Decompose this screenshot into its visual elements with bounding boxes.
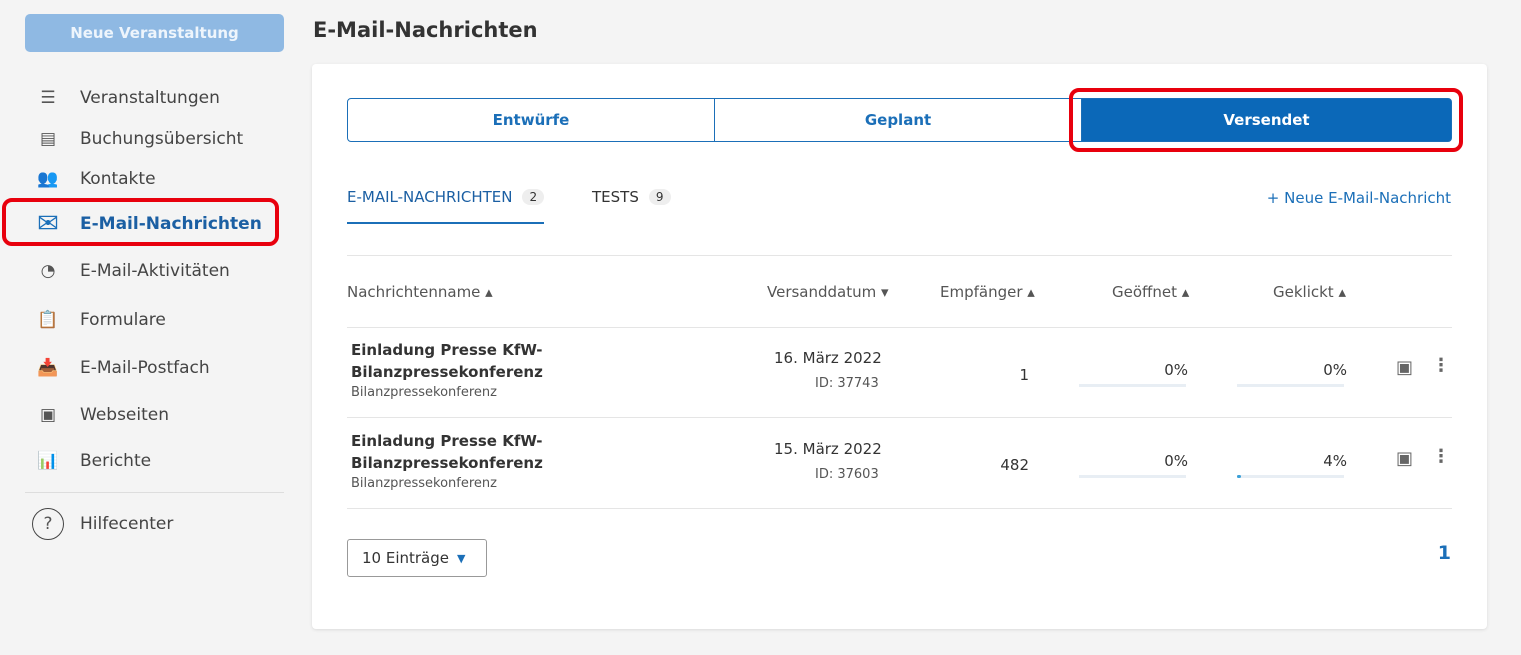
tab-geplant[interactable]: Geplant — [714, 98, 1082, 142]
opened-bar — [1079, 384, 1186, 387]
sidebar-item-veranstaltungen[interactable]: ☰ Veranstaltungen — [28, 78, 219, 118]
sidebar-item-hilfecenter[interactable]: ? Hilfecenter — [28, 504, 173, 544]
clicked-value: 4% — [1323, 452, 1347, 470]
clicked-bar — [1237, 384, 1344, 387]
page-size-select[interactable]: 10 Einträge ▼ — [347, 539, 487, 577]
pagination-page[interactable]: 1 — [1438, 542, 1451, 564]
activity-lock-icon: ◔ — [40, 261, 56, 281]
sidebar-item-buchungsuebersicht[interactable]: ▤ Buchungsübersicht — [28, 119, 243, 159]
col-header-date[interactable]: Versanddatum ▾ — [767, 283, 889, 301]
col-header-recipients[interactable]: Empfänger ▴ — [940, 283, 1035, 301]
sidebar-item-webseiten[interactable]: ▣ Webseiten — [28, 395, 169, 435]
col-header-clicked[interactable]: Geklickt ▴ — [1273, 283, 1346, 301]
help-icon: ? — [28, 507, 68, 541]
page-title: E-Mail-Nachrichten — [313, 18, 538, 42]
count-badge: 9 — [648, 189, 671, 205]
report-icon[interactable]: ▣ — [1396, 357, 1413, 378]
opened-value: 0% — [1164, 361, 1188, 379]
divider — [347, 508, 1452, 509]
event-name: Bilanzpressekonferenz — [351, 476, 497, 491]
messages-card: Entwürfe Geplant Versendet E-MAIL-NACHRI… — [312, 64, 1487, 629]
highlight-box — [1069, 88, 1463, 152]
receipt-icon: ▤ — [39, 129, 57, 149]
sidebar-item-berichte[interactable]: 📊 Berichte — [28, 441, 151, 481]
more-options-icon[interactable]: ⋮ — [1432, 446, 1450, 467]
recipients: 1 — [1019, 366, 1029, 384]
clipboard-icon: 📋 — [37, 310, 59, 330]
opened-bar — [1079, 475, 1186, 478]
webpage-lock-icon: ▣ — [39, 405, 57, 425]
recipients: 482 — [1000, 456, 1029, 474]
tab-entwuerfe[interactable]: Entwürfe — [347, 98, 715, 142]
sidebar: Neue Veranstaltung ☰ Veranstaltungen ▤ Buc… — [0, 0, 300, 655]
clicked-value: 0% — [1323, 361, 1347, 379]
message-name[interactable]: Einladung Presse KfW- Bilanzpressekonfere… — [351, 339, 543, 383]
tab-email-nachrichten[interactable]: E-MAIL-NACHRICHTEN 2 — [347, 188, 545, 224]
new-email-link[interactable]: + Neue E-Mail-Nachricht — [1267, 189, 1451, 207]
opened-value: 0% — [1164, 452, 1188, 470]
message-id: ID: 37603 — [815, 467, 879, 482]
new-event-button[interactable]: Neue Veranstaltung — [25, 14, 284, 52]
clicked-bar — [1237, 475, 1344, 478]
sidebar-item-email-aktivitaeten[interactable]: ◔ E-Mail-Aktivitäten — [28, 251, 230, 291]
divider — [347, 255, 1452, 256]
divider — [25, 492, 284, 493]
message-name[interactable]: Einladung Presse KfW- Bilanzpressekonfere… — [351, 430, 543, 474]
divider — [347, 327, 1452, 328]
event-name: Bilanzpressekonferenz — [351, 385, 497, 400]
count-badge: 2 — [522, 189, 545, 205]
bar-chart-icon: 📊 — [37, 451, 59, 471]
more-options-icon[interactable]: ⋮ — [1432, 355, 1450, 376]
message-id: ID: 37743 — [815, 376, 879, 391]
send-date: 16. März 2022 — [774, 349, 882, 367]
sidebar-item-kontakte[interactable]: 👥 Kontakte — [28, 159, 155, 199]
inbox-icon: 📥 — [37, 358, 59, 378]
col-header-opened[interactable]: Geöffnet ▴ — [1112, 283, 1189, 301]
send-date: 15. März 2022 — [774, 440, 882, 458]
col-header-name[interactable]: Nachrichtenname ▴ — [347, 283, 493, 301]
highlight-box — [2, 198, 279, 246]
divider — [347, 417, 1452, 418]
caret-down-icon: ▼ — [457, 551, 466, 565]
report-icon[interactable]: ▣ — [1396, 448, 1413, 469]
sidebar-item-formulare[interactable]: 📋 Formulare — [28, 300, 165, 340]
contacts-icon: 👥 — [37, 169, 59, 189]
checklist-icon: ☰ — [40, 88, 56, 108]
tab-tests[interactable]: TESTS 9 — [592, 188, 671, 206]
sidebar-item-email-postfach[interactable]: 📥 E-Mail-Postfach — [28, 348, 209, 388]
